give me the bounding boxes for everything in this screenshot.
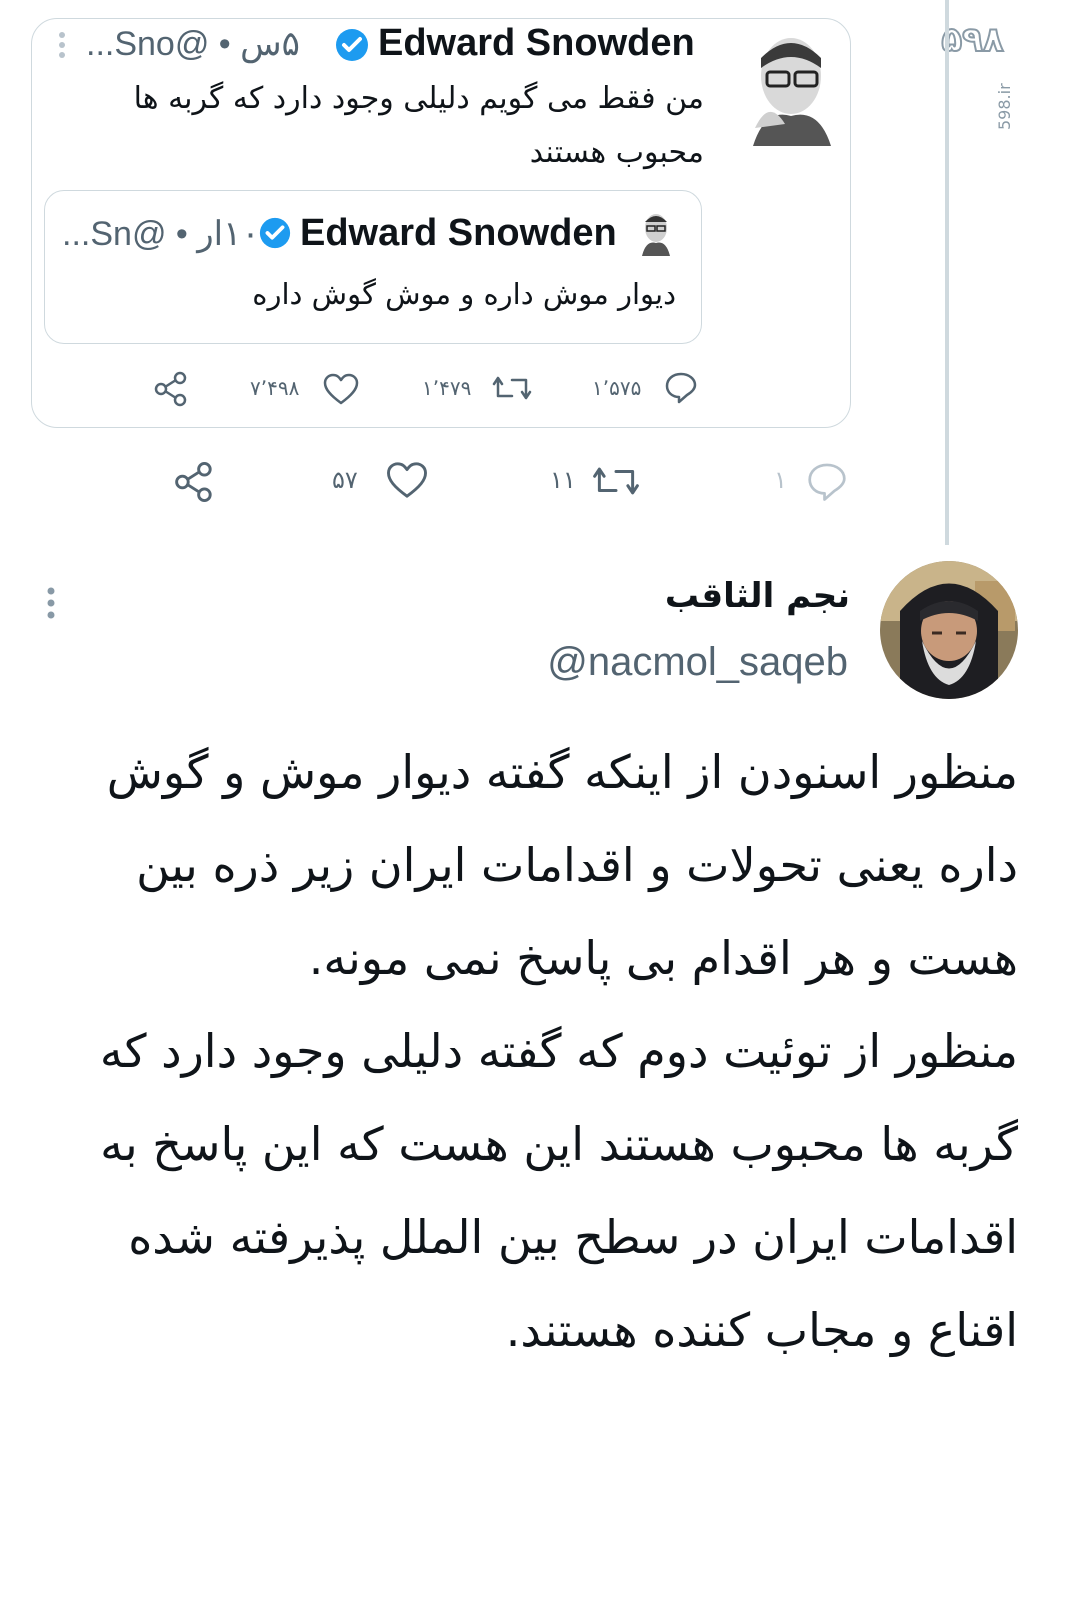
reply-icon[interactable]	[806, 460, 848, 502]
quoted-author-name[interactable]: Edward Snowden	[378, 22, 695, 65]
snowden-avatar[interactable]	[745, 28, 833, 146]
inner-handle-time: ۱۰ار • @Sn...	[62, 215, 260, 253]
reply-icon[interactable]	[664, 370, 698, 404]
quoted-handle-time: ۵س • @Sno...	[86, 25, 300, 63]
retweet-icon[interactable]	[592, 462, 640, 500]
retweet-icon[interactable]	[492, 372, 532, 404]
quoted-tweet-text: من فقط می گویم دلیلی وجود دارد که گربه ه…	[133, 81, 704, 170]
inner-quote-text: دیوار موش داره و موش گوش داره	[252, 277, 676, 311]
reply-count: ۱	[774, 466, 787, 494]
site-logo-text: ۵۹۸	[940, 19, 1004, 61]
verified-icon	[258, 216, 292, 250]
share-icon[interactable]	[172, 460, 216, 504]
like-count: ۷٬۴۹۸	[250, 376, 300, 400]
like-icon[interactable]	[385, 460, 429, 500]
inner-author-name[interactable]: Edward Snowden	[300, 212, 617, 255]
reply-tweet-text: منظور اسنودن از اینکه گفته دیوار موش و گ…	[99, 745, 1018, 1357]
verified-icon	[334, 27, 370, 63]
site-logo: ۵۹۸	[925, 19, 1020, 61]
inner-avatar[interactable]	[636, 210, 676, 256]
like-icon[interactable]	[322, 372, 360, 406]
site-url: 598.ir	[995, 83, 1014, 130]
retweet-count: ۱٬۴۷۹	[422, 376, 472, 400]
like-count: ۵۷	[332, 466, 358, 494]
user-display-name[interactable]: نجم الثاقب	[540, 574, 850, 618]
retweet-count: ۱۱	[550, 466, 576, 494]
more-options-icon[interactable]	[54, 30, 70, 60]
reply-count: ۱٬۵۷۵	[592, 376, 642, 400]
user-avatar[interactable]	[880, 561, 1018, 699]
thread-line	[945, 0, 949, 545]
more-options-icon[interactable]	[42, 585, 60, 621]
user-handle[interactable]: @nacmol_saqeb	[470, 640, 848, 685]
share-icon[interactable]	[152, 370, 190, 408]
